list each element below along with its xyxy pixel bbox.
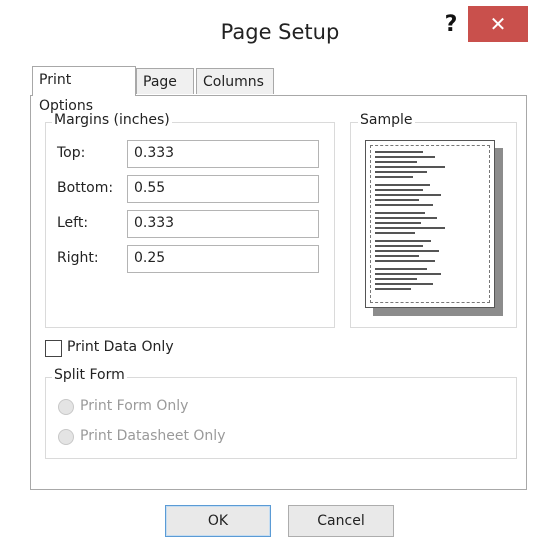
bottom-margin-input[interactable]: 0.55 <box>127 175 319 203</box>
print-form-only-label[interactable]: Print Form Only <box>80 398 188 414</box>
print-data-only-checkbox[interactable] <box>45 340 62 357</box>
left-margin-label: Left: <box>57 215 89 231</box>
split-form-groupbox <box>45 377 517 459</box>
top-margin-label: Top: <box>57 145 86 161</box>
close-button[interactable]: ✕ <box>468 6 528 42</box>
print-data-only-label[interactable]: Print Data Only <box>67 339 174 355</box>
tab-print-options[interactable]: Print Options <box>32 66 136 114</box>
bottom-margin-label: Bottom: <box>57 180 114 196</box>
print-datasheet-only-radio[interactable] <box>58 429 74 445</box>
dialog-title: Page Setup <box>220 20 340 44</box>
sample-margin-guides <box>370 145 490 303</box>
help-button[interactable]: ? <box>434 10 468 40</box>
tab-columns[interactable]: Columns <box>196 68 274 94</box>
sample-page-preview <box>365 140 495 308</box>
cancel-button[interactable]: Cancel <box>288 505 394 537</box>
sample-group-label: Sample <box>358 112 415 128</box>
ok-button[interactable]: OK <box>165 505 271 537</box>
tab-page[interactable]: Page <box>136 68 194 94</box>
page-setup-dialog: Page Setup ? ✕ Print Options Page Column… <box>0 0 537 550</box>
split-form-group-label: Split Form <box>52 367 127 383</box>
right-margin-input[interactable]: 0.25 <box>127 245 319 273</box>
left-margin-input[interactable]: 0.333 <box>127 210 319 238</box>
right-margin-label: Right: <box>57 250 99 266</box>
print-datasheet-only-label[interactable]: Print Datasheet Only <box>80 428 225 444</box>
top-margin-input[interactable]: 0.333 <box>127 140 319 168</box>
print-form-only-radio[interactable] <box>58 399 74 415</box>
